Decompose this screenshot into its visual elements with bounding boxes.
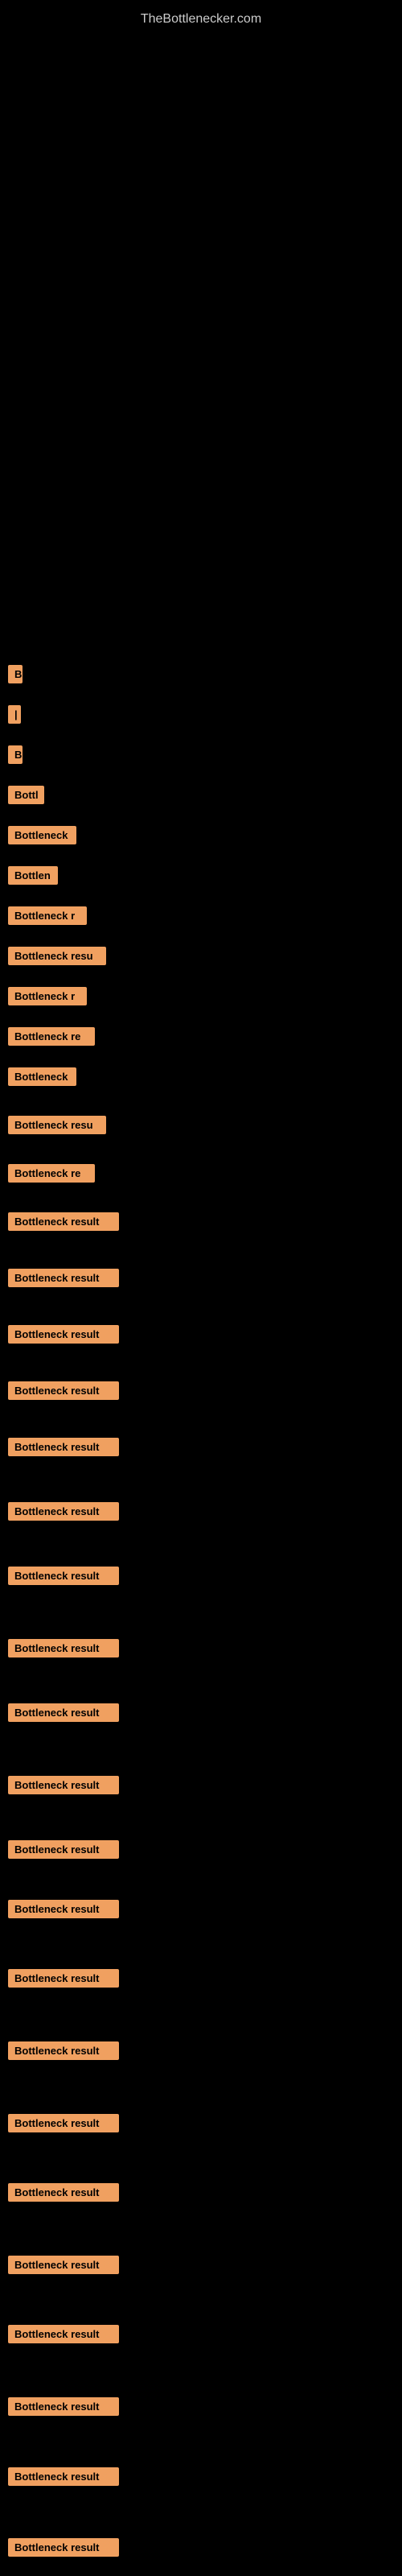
- bottleneck-item-row: Bottleneck re: [4, 1022, 95, 1055]
- bottleneck-result-label[interactable]: Bottleneck re: [8, 1027, 95, 1046]
- bottleneck-item-row: Bottleneck result: [4, 1895, 119, 1927]
- bottleneck-result-label[interactable]: Bottleneck result: [8, 1381, 119, 1400]
- bottleneck-item-row: Bottleneck result: [4, 2392, 119, 2425]
- bottleneck-item-row: Bottleneck result: [4, 1771, 119, 1803]
- bottleneck-result-label[interactable]: Bottleneck r: [8, 906, 87, 925]
- bottleneck-result-label[interactable]: Bottleneck result: [8, 1703, 119, 1722]
- bottleneck-item-row: Bottleneck result: [4, 2178, 119, 2211]
- bottleneck-result-label[interactable]: Bottleneck resu: [8, 1116, 106, 1134]
- bottleneck-result-label[interactable]: Bottleneck result: [8, 2467, 119, 2486]
- bottleneck-item-row: Bottleneck result: [4, 2462, 119, 2495]
- bottleneck-item-row: B: [4, 741, 23, 773]
- bottleneck-result-label[interactable]: Bottleneck result: [8, 2183, 119, 2202]
- bottleneck-item-row: Bottleneck result: [4, 2320, 119, 2352]
- bottleneck-result-label[interactable]: B: [8, 665, 23, 683]
- bottleneck-item-row: Bottleneck result: [4, 1497, 119, 1530]
- bottleneck-result-label[interactable]: Bottleneck result: [8, 1212, 119, 1231]
- bottleneck-item-row: Bottleneck: [4, 1063, 76, 1095]
- bottleneck-item-row: Bottleneck r: [4, 902, 87, 934]
- bottleneck-item-row: Bottlen: [4, 861, 58, 894]
- bottleneck-item-row: Bottleneck resu: [4, 942, 106, 974]
- bottleneck-item-row: Bottleneck: [4, 821, 76, 853]
- bottleneck-result-label[interactable]: Bottleneck r: [8, 987, 87, 1005]
- bottleneck-item-row: Bottleneck result: [4, 2109, 119, 2141]
- bottleneck-item-row: Bottleneck result: [4, 1562, 119, 1594]
- bottleneck-result-label[interactable]: Bottl: [8, 786, 44, 804]
- bottleneck-result-label[interactable]: Bottleneck result: [8, 1438, 119, 1456]
- bottleneck-result-label[interactable]: |: [8, 705, 21, 724]
- bottleneck-result-label[interactable]: Bottleneck result: [8, 1900, 119, 1918]
- bottleneck-result-label[interactable]: Bottleneck result: [8, 1325, 119, 1344]
- bottleneck-result-label[interactable]: Bottleneck result: [8, 1840, 119, 1859]
- bottleneck-item-row: Bottleneck result: [4, 1377, 119, 1409]
- bottleneck-result-label[interactable]: Bottlen: [8, 866, 58, 885]
- bottleneck-result-label[interactable]: Bottleneck result: [8, 1639, 119, 1657]
- bottleneck-result-label[interactable]: Bottleneck result: [8, 1502, 119, 1521]
- bottleneck-result-label[interactable]: Bottleneck result: [8, 1567, 119, 1585]
- bottleneck-item-row: Bottleneck result: [4, 1699, 119, 1731]
- bottleneck-item-row: Bottleneck result: [4, 1320, 119, 1352]
- site-title: TheBottlenecker.com: [141, 4, 261, 35]
- bottleneck-result-label[interactable]: Bottleneck result: [8, 2114, 119, 2132]
- bottleneck-result-label[interactable]: Bottleneck result: [8, 1969, 119, 1988]
- bottleneck-item-row: Bottleneck result: [4, 1964, 119, 1996]
- bottleneck-item-row: Bottleneck result: [4, 1433, 119, 1465]
- bottleneck-result-label[interactable]: Bottleneck result: [8, 2538, 119, 2557]
- bottleneck-result-label[interactable]: Bottleneck result: [8, 2397, 119, 2416]
- bottleneck-item-row: Bottleneck re: [4, 1159, 95, 1191]
- bottleneck-result-label[interactable]: B: [8, 745, 23, 764]
- bottleneck-item-row: Bottleneck resu: [4, 1111, 106, 1143]
- bottleneck-result-label[interactable]: Bottleneck result: [8, 2041, 119, 2060]
- bottleneck-result-label[interactable]: Bottleneck resu: [8, 947, 106, 965]
- bottleneck-result-label[interactable]: Bottleneck result: [8, 1776, 119, 1794]
- bottleneck-result-label[interactable]: Bottleneck result: [8, 1269, 119, 1287]
- bottleneck-item-row: Bottleneck result: [4, 1208, 119, 1240]
- bottleneck-item-row: Bottleneck result: [4, 1634, 119, 1666]
- bottleneck-result-label[interactable]: Bottleneck result: [8, 2325, 119, 2343]
- bottleneck-item-row: |: [4, 700, 21, 733]
- bottleneck-item-row: B: [4, 660, 23, 692]
- bottleneck-item-row: Bottleneck result: [4, 1835, 119, 1868]
- bottleneck-result-label[interactable]: Bottleneck result: [8, 2256, 119, 2274]
- bottleneck-item-row: Bottleneck result: [4, 2533, 119, 2566]
- bottleneck-item-row: Bottleneck result: [4, 2251, 119, 2283]
- bottleneck-item-row: Bottl: [4, 781, 44, 813]
- bottleneck-item-row: Bottleneck result: [4, 1264, 119, 1296]
- bottleneck-result-label[interactable]: Bottleneck re: [8, 1164, 95, 1183]
- bottleneck-result-label[interactable]: Bottleneck: [8, 826, 76, 844]
- bottleneck-item-row: Bottleneck result: [4, 2037, 119, 2069]
- bottleneck-result-label[interactable]: Bottleneck: [8, 1067, 76, 1086]
- bottleneck-item-row: Bottleneck r: [4, 982, 87, 1014]
